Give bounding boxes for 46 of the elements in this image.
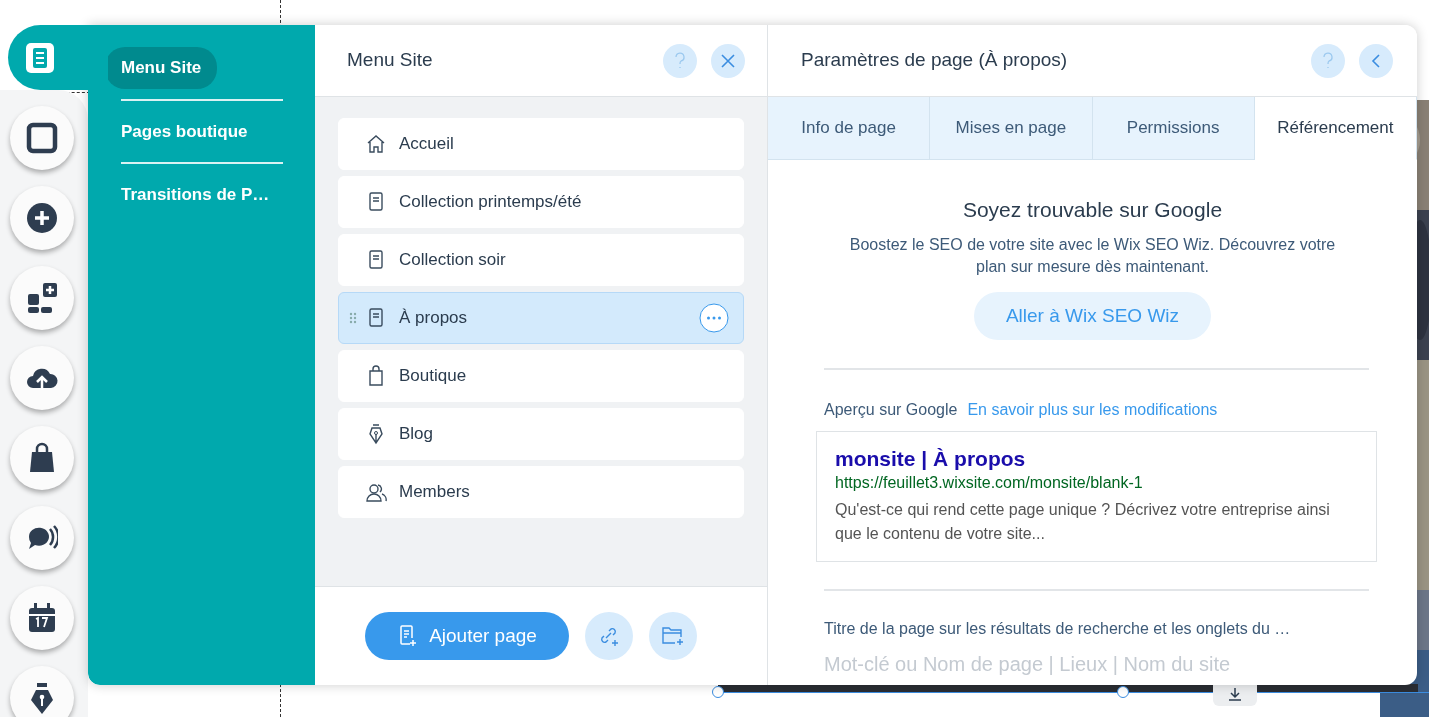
help-icon: [674, 51, 686, 70]
page-title-field[interactable]: Mot-clé ou Nom de page | Lieux | Nom du site: [824, 649, 1384, 680]
back-icon: [1371, 52, 1381, 69]
tab[interactable]: Permissions: [1092, 97, 1255, 160]
preview-description: Qu'est-ce qui rend cette page unique ? Décrivez votre entreprise ainsi que le contenu de votre site...: [835, 500, 1331, 545]
page-name: À propos: [399, 307, 469, 330]
menu-section[interactable]: Menu Site: [105, 47, 218, 89]
seo-description: Boostez le SEO de votre site avec le Wix SEO Wiz. Découvrez votre plan sur mesure dès maintenant.: [848, 234, 1337, 277]
tab[interactable]: Info de page: [768, 97, 931, 160]
download-icon: [1227, 687, 1243, 701]
page-item[interactable]: Blog: [338, 408, 744, 460]
page-name: Boutique: [399, 365, 468, 388]
page-item[interactable]: À propos: [338, 292, 744, 344]
page-item[interactable]: Boutique: [338, 350, 744, 402]
page-item[interactable]: Members: [338, 466, 744, 518]
page-name: Accueil: [399, 133, 455, 156]
add-folder-button[interactable]: [648, 612, 697, 660]
add-page-icon: [399, 625, 418, 647]
field-label: Titre de la page sur les résultats de recherche et les onglets du …: [823, 619, 1292, 640]
page-item[interactable]: Collection printemps/été: [338, 176, 744, 228]
preview-url: https://feuillet3.wixsite.com/monsite/blank-1: [835, 473, 1144, 494]
drag-handle-icon[interactable]: [349, 312, 357, 324]
help-icon: [1322, 51, 1334, 70]
calendar-icon: [26, 602, 58, 634]
page-icon: [24, 41, 56, 74]
panel-title: Paramètres de page (À propos): [801, 48, 1069, 73]
page-name: Collection printemps/été: [399, 191, 583, 214]
home-icon: [365, 133, 387, 155]
seo-heading: Soyez trouvable sur Google: [961, 197, 1224, 223]
page-name: Blog: [399, 423, 435, 446]
add-icon: [26, 202, 58, 234]
page-item[interactable]: Collection soir: [338, 234, 744, 286]
panel-title: Menu Site: [347, 48, 434, 73]
add-folder-icon: [660, 625, 685, 647]
preview-label: Aperçu sur Google: [824, 400, 958, 421]
square-icon: [26, 122, 58, 154]
more-options-icon[interactable]: [699, 303, 729, 333]
resize-handle[interactable]: [712, 686, 724, 698]
close-icon: [721, 53, 735, 68]
page-name: Members: [399, 481, 471, 504]
tab[interactable]: Mises en page: [930, 97, 1093, 160]
apps-icon: [26, 282, 58, 314]
page-name: Collection soir: [399, 249, 507, 272]
page-item[interactable]: Accueil: [338, 118, 744, 170]
preview-title: monsite | À propos: [835, 446, 1027, 472]
members-icon: [365, 481, 387, 503]
